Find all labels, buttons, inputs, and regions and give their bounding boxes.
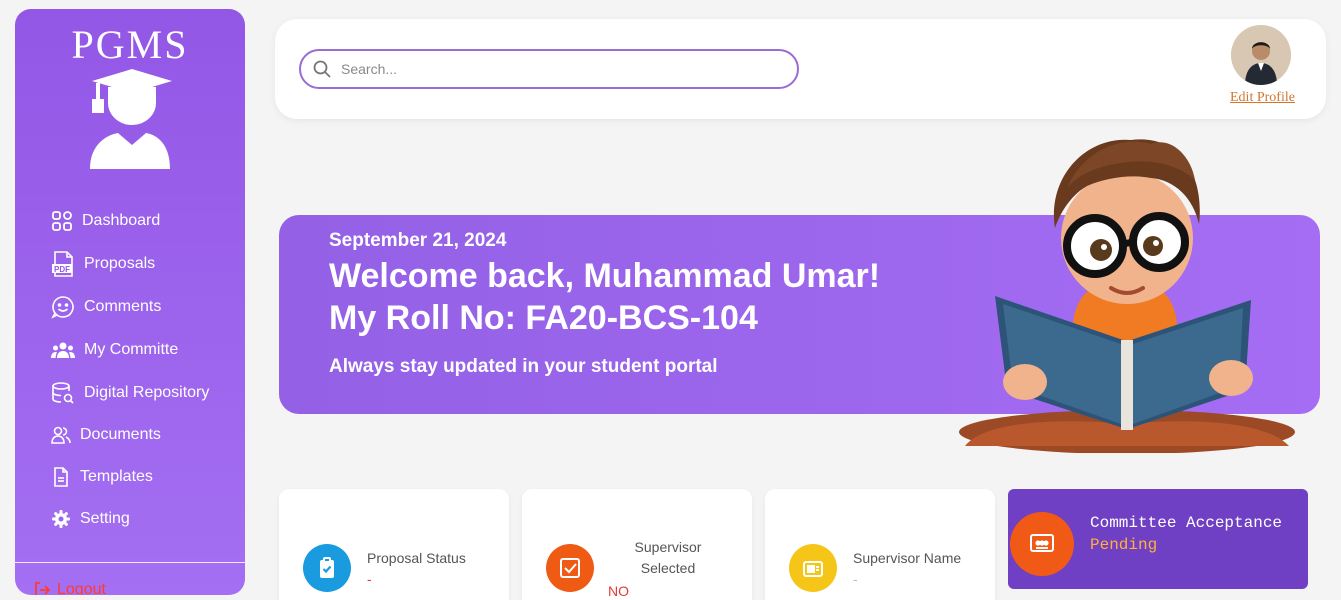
sidebar-item-digital-repository[interactable]: Digital Repository [51, 379, 209, 407]
proposal-status-card[interactable]: Proposal Status - [279, 489, 509, 600]
users-icon [51, 426, 71, 444]
search-box [299, 49, 799, 89]
checkbox-icon [546, 544, 594, 592]
sidebar-item-setting[interactable]: Setting [51, 505, 130, 533]
sidebar-item-label: Templates [80, 468, 153, 485]
pdf-icon: PDF [52, 251, 73, 277]
card-value: - [367, 571, 372, 587]
smiley-icon [51, 296, 74, 319]
sidebar-item-label: Documents [80, 426, 161, 443]
banner-subtitle: Always stay updated in your student port… [329, 356, 718, 377]
brand-title: PGMS [71, 22, 189, 67]
search-input[interactable] [341, 61, 761, 77]
card-value: Pending [1090, 536, 1158, 554]
profile-photo-icon [1231, 25, 1291, 85]
logout-button[interactable]: Logout [33, 581, 106, 595]
sidebar-item-templates[interactable]: Templates [51, 463, 153, 491]
boy-reading-illustration [959, 139, 1295, 453]
search-icon [313, 60, 331, 78]
card-label: Committee Acceptance [1090, 514, 1283, 532]
supervisor-name-card[interactable]: Supervisor Name - [765, 489, 995, 600]
sidebar-item-proposals[interactable]: PDF Proposals [51, 250, 155, 278]
avatar[interactable] [1231, 25, 1291, 85]
sidebar-item-label: Comments [84, 298, 162, 315]
sidebar-item-label: Digital Repository [84, 384, 210, 401]
clipboard-check-icon [303, 544, 351, 592]
graduate-logo-icon [90, 69, 172, 169]
supervisor-selected-card[interactable]: Supervisor Selected NO [522, 489, 752, 600]
card-label: Supervisor Name [853, 550, 962, 566]
gear-icon [52, 510, 70, 528]
sidebar-item-label: Setting [80, 510, 130, 527]
group-icon [51, 342, 75, 358]
card-value: NO [608, 583, 629, 599]
sidebar-item-label: Proposals [84, 255, 156, 272]
top-bar: Edit Profile [275, 19, 1326, 119]
sidebar-item-documents[interactable]: Documents [51, 421, 161, 449]
sidebar-item-comments[interactable]: Comments [51, 293, 161, 321]
presentation-icon [1010, 512, 1074, 576]
sidebar-item-label: Dashboard [82, 212, 161, 229]
sidebar-item-my-committe[interactable]: My Committe [51, 336, 178, 364]
card-label: Proposal Status [367, 550, 466, 566]
sidebar-divider [15, 562, 245, 563]
card-label: Supervisor Selected [634, 539, 702, 576]
grid-icon [52, 211, 72, 231]
logout-label: Logout [57, 581, 106, 595]
committee-acceptance-card[interactable]: Committee Acceptance Pending [1008, 489, 1308, 589]
file-icon [54, 467, 68, 487]
id-card-icon [789, 544, 837, 592]
sidebar-item-label: My Committe [84, 341, 179, 358]
banner-welcome: Welcome back, Muhammad Umar! [329, 257, 881, 295]
sidebar: PGMS Dashboard PDF Proposals Comments My… [15, 9, 245, 595]
logout-icon [35, 582, 51, 595]
card-value: - [853, 571, 858, 587]
sidebar-item-dashboard[interactable]: Dashboard [51, 207, 160, 235]
edit-profile-link[interactable]: Edit Profile [1230, 90, 1295, 106]
banner-roll-number: My Roll No: FA20-BCS-104 [329, 299, 758, 337]
svg-text:PDF: PDF [54, 265, 70, 274]
banner-date: September 21, 2024 [329, 230, 507, 251]
database-search-icon [52, 382, 74, 404]
